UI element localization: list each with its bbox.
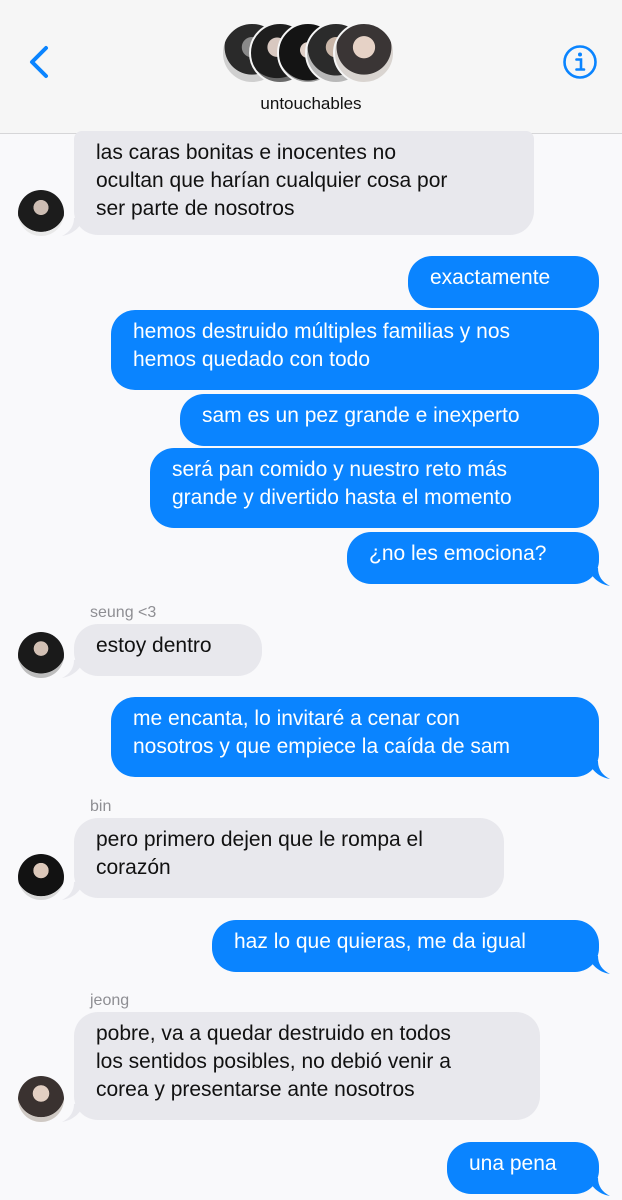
incoming-message[interactable]: pobre, va a quedar destruido en todos lo…	[74, 1012, 540, 1120]
message-line: hemos destruido múltiples familias y nos	[133, 320, 510, 343]
incoming-message[interactable]: pero primero dejen que le rompa el coraz…	[74, 818, 504, 898]
message-line: ocultan que harían cualquier cosa por	[96, 169, 448, 192]
avatar	[18, 190, 64, 236]
message-line: ser parte de nosotros	[96, 197, 295, 220]
bubble-tail	[588, 759, 610, 779]
message-line: ¿no les emociona?	[369, 542, 547, 565]
message-line: haz lo que quieras, me da igual	[234, 930, 526, 953]
message-line: hemos quedado con todo	[133, 348, 371, 371]
bubble-tail	[62, 658, 84, 678]
outgoing-message[interactable]: sam es un pez grande e inexperto	[180, 394, 599, 446]
sender-name: seung <3	[90, 604, 157, 621]
outgoing-message[interactable]: me encanta, lo invitaré a cenar con noso…	[111, 697, 599, 777]
message-line: una pena	[469, 1152, 557, 1175]
message-line: pero primero dejen que le rompa el	[96, 828, 423, 851]
avatar	[18, 854, 64, 900]
sender-name: jeong	[90, 992, 130, 1009]
outgoing-message[interactable]: será pan comido y nuestro reto más grand…	[150, 448, 599, 528]
message-line: corazón	[96, 856, 171, 879]
group-avatars[interactable]	[221, 22, 403, 84]
incoming-message[interactable]: las caras bonitas e inocentes no ocultan…	[74, 131, 534, 235]
bubble-tail	[62, 216, 84, 236]
bubble-tail	[588, 566, 610, 586]
outgoing-message[interactable]: ¿no les emociona?	[347, 532, 599, 584]
back-button[interactable]	[24, 42, 54, 82]
message-line: será pan comido y nuestro reto más	[172, 458, 507, 481]
info-button[interactable]	[562, 44, 598, 80]
chevron-left-icon	[30, 46, 48, 78]
avatar	[333, 22, 395, 84]
avatar	[18, 1076, 64, 1122]
message-line: sam es un pez grande e inexperto	[202, 404, 520, 427]
bubble-tail	[588, 954, 610, 974]
message-line: pobre, va a quedar destruido en todos	[96, 1022, 451, 1045]
outgoing-message[interactable]: hemos destruido múltiples familias y nos…	[111, 310, 599, 390]
outgoing-message[interactable]: una pena	[447, 1142, 599, 1194]
bubble-tail	[62, 1102, 84, 1122]
incoming-message[interactable]: estoy dentro	[74, 624, 262, 676]
message-line: corea y presentarse ante nosotros	[96, 1078, 415, 1101]
info-icon	[563, 45, 597, 79]
message-line: nosotros y que empiece la caída de sam	[133, 735, 511, 758]
message-line: exactamente	[430, 266, 551, 289]
sender-name: bin	[90, 798, 112, 815]
bubble-tail	[62, 880, 84, 900]
message-line: me encanta, lo invitaré a cenar con	[133, 707, 460, 730]
group-title[interactable]: untouchables	[0, 94, 622, 114]
message-line: grande y divertido hasta el momento	[172, 486, 512, 509]
message-line: las caras bonitas e inocentes no	[96, 141, 397, 164]
message-line: estoy dentro	[96, 634, 212, 657]
bubble-tail	[588, 1176, 610, 1196]
outgoing-message[interactable]: exactamente	[408, 256, 599, 308]
avatar	[18, 632, 64, 678]
conversation-header: untouchables	[0, 0, 622, 134]
outgoing-message[interactable]: haz lo que quieras, me da igual	[212, 920, 599, 972]
message-line: los sentidos posibles, no debió venir a	[96, 1050, 451, 1073]
